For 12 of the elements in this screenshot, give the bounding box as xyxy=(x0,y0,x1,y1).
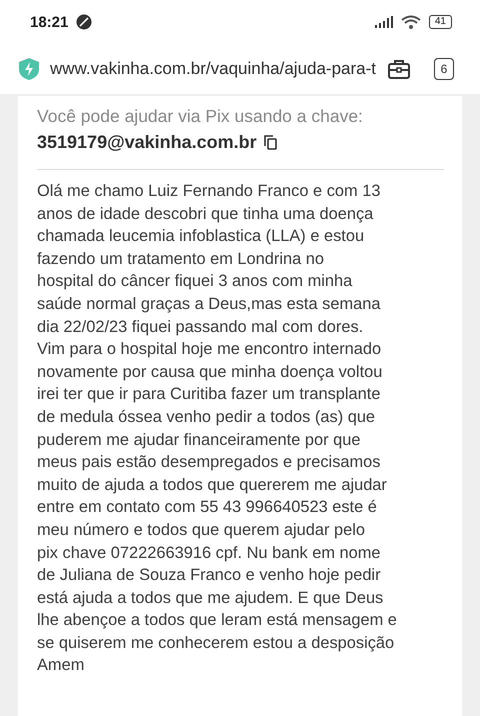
briefcase-icon[interactable] xyxy=(388,59,410,79)
signal-icon xyxy=(374,16,393,28)
battery-indicator: 41 xyxy=(428,15,452,29)
status-time: 18:21 xyxy=(30,14,68,30)
wifi-icon xyxy=(400,15,421,29)
tab-count-button[interactable]: 6 xyxy=(434,58,454,80)
url-text[interactable]: www.vakinha.com.br/vaquinha/ajuda-para-t xyxy=(50,59,378,79)
description-paragraph: Olá me chamo Luiz Fernando Franco e com 13 anos de idade descobri que tinha uma doença chamada leucemia infoblastica (LLA) e estou fazendo um tratamento em Londrina no hospital do câncer fiquei 3 anos com minha saúde normal graças a Deus,mas esta semana dia 22/02/23 fiquei passando mal com dores. Vim para o hospital hoje me encontro internado novamente por causa que minha doença voltou irei ter que ir para Curitiba fazer um transplante de medula óssea venho pedir a todos (as) que puderem me ajudar financeiramente por que meus pais estão desempregados e precisamos muito de ajuda a todos que quererem me ajudar entre em contato com 55 43 996640523 este é meu número e todos que querem ajudar pelo pix chave 07222663916 cpf. Nu bank em nome de Juliana de Souza Franco e venho hoje pedir está ajuda a todos que me ajudem. E que Deus lhe abençoe a todos que leram está mensagem e se quiserem me conhecerem estou a desposição Amem xyxy=(37,181,398,676)
do-not-disturb-icon xyxy=(76,14,92,30)
pix-key: 3519179@vakinha.com.br xyxy=(37,132,257,153)
pix-label: Você pode ajudar via Pix usando a chave: xyxy=(37,106,364,127)
copy-icon[interactable] xyxy=(264,135,277,150)
